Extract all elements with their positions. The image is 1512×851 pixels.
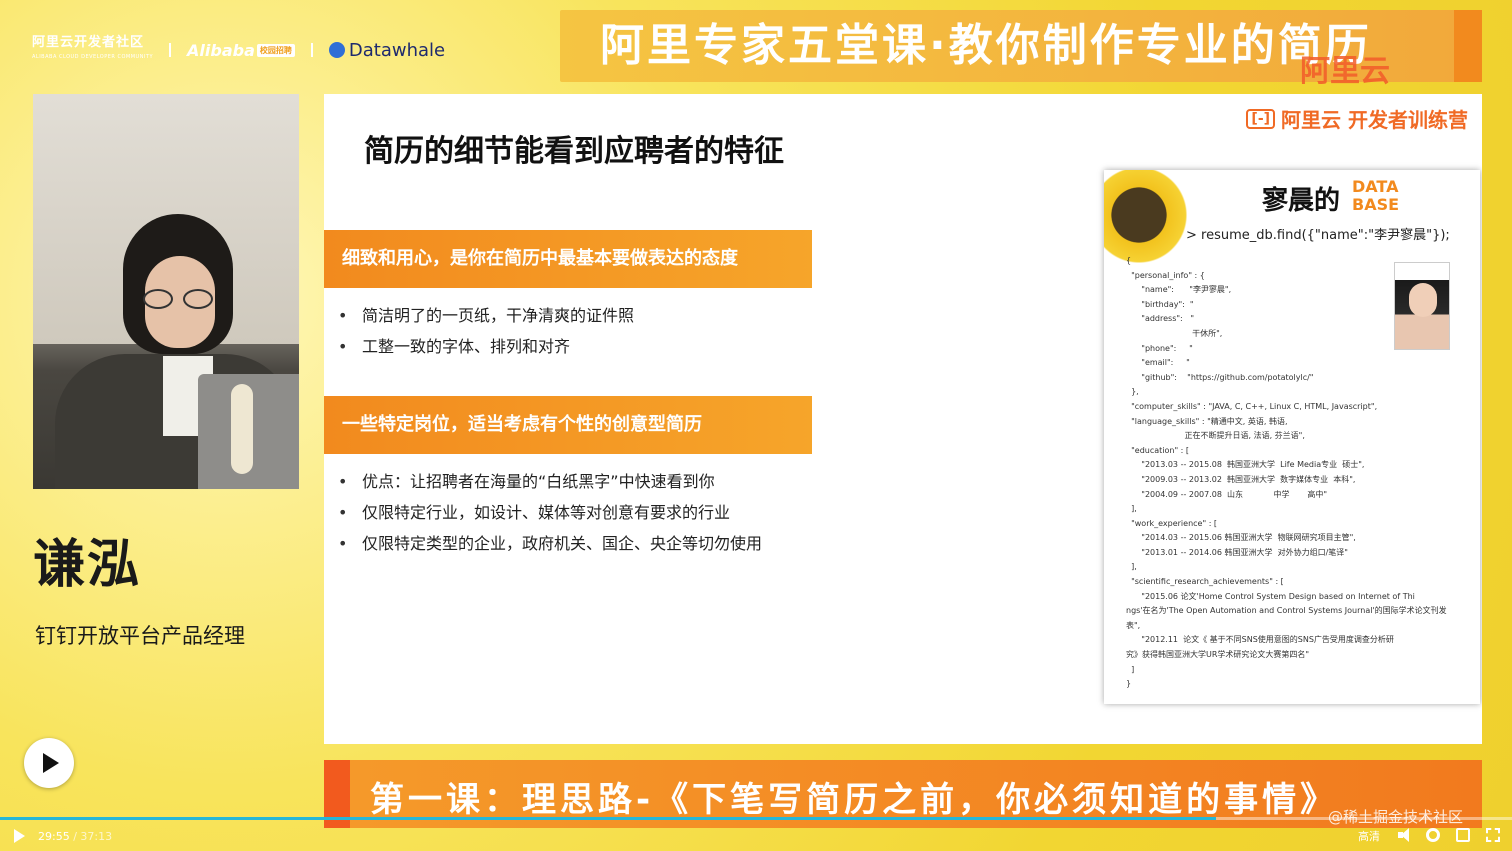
current-time: 29:55 xyxy=(38,830,70,843)
logo-divider xyxy=(169,43,172,57)
resume-line: "address": " xyxy=(1126,314,1195,324)
bullet-item: 简洁明了的一页纸，干净清爽的证件照 xyxy=(338,300,634,331)
section-1-bullets: 简洁明了的一页纸，干净清爽的证件照 工整一致的字体、排列和对齐 xyxy=(338,300,634,362)
resume-line: "github": "https://github.com/potatolylc… xyxy=(1126,372,1314,382)
resume-line: "phone": " xyxy=(1126,343,1193,353)
resume-line: "language_skills" : "精通中文, 英语, 韩语, xyxy=(1126,416,1288,426)
resume-db-line: BASE xyxy=(1352,195,1400,214)
resume-line: "2013.03 -- 2015.08 韩国亚洲大学 Life Media专业 … xyxy=(1126,460,1365,470)
speaker-role: 钉钉开放平台产品经理 xyxy=(35,624,245,648)
time-display: 29:55 / 37:13 xyxy=(38,830,113,843)
video-frame: 阿里云开发者社区 ALIBABA CLOUD DEVELOPER COMMUNI… xyxy=(0,0,1512,851)
resume-example-image: 寥晨的 DATA BASE > resume_db.find({"name":"… xyxy=(1104,170,1480,704)
aliyun-brand-icon: [-] xyxy=(1246,108,1276,129)
resume-line: "2012.11 论文《 基于不同SNS使用意图的SNS广告受用度调查分析研 xyxy=(1126,635,1394,645)
bullet-item: 工整一致的字体、排列和对齐 xyxy=(338,331,634,362)
resume-line: "scientific_research_achievements" : [ xyxy=(1126,577,1284,587)
resume-line: "education" : [ xyxy=(1126,445,1190,455)
datawhale-logo: Datawhale xyxy=(328,39,446,61)
resume-database-label: DATA BASE xyxy=(1352,178,1399,214)
resume-line: ], xyxy=(1126,562,1137,572)
resume-line: }, xyxy=(1126,387,1139,397)
volume-icon[interactable] xyxy=(1398,828,1412,842)
resume-line: "2004.09 -- 2007.08 山东 中学 高中" xyxy=(1126,489,1328,499)
alibaba-logo: Alibaba 校园招聘 xyxy=(187,41,295,60)
bullet-item: 仅限特定行业，如设计、媒体等对创意有要求的行业 xyxy=(338,497,762,528)
play-button[interactable] xyxy=(24,738,74,788)
slide-title: 简历的细节能看到应聘者的特征 xyxy=(364,134,784,169)
resume-line: "2013.01 -- 2014.06 韩国亚洲大学 对外协力组口/笔译" xyxy=(1126,547,1348,557)
resume-db-line: DATA xyxy=(1352,177,1399,196)
bullet-item: 仅限特定类型的企业，政府机关、国企、央企等切勿使用 xyxy=(338,528,762,559)
resume-line: "personal_info" : { xyxy=(1126,270,1205,280)
resume-line: ngs'在名为'The Open Automation and Control … xyxy=(1126,606,1447,616)
aliyun-watermark: 阿里云 xyxy=(1300,54,1390,89)
juejin-watermark: @稀土掘金技术社区 xyxy=(1328,808,1464,826)
player-controls: @稀土掘金技术社区 29:55 / 37:13 高清 xyxy=(0,808,1512,851)
top-header: 阿里云开发者社区 ALIBABA CLOUD DEVELOPER COMMUNI… xyxy=(0,0,1512,92)
slide-brand-text: 阿里云 开发者训练营 xyxy=(1281,108,1468,132)
alibaba-logo-text: Alibaba xyxy=(187,40,255,60)
resume-line: { xyxy=(1126,256,1132,265)
resume-line: "email": " xyxy=(1126,358,1190,368)
resume-line: "computer_skills" : "JAVA, C, C++, Linux… xyxy=(1126,401,1378,411)
resume-code-lines: { "personal_info" : { "name": "李尹寥晨", "b… xyxy=(1126,254,1466,692)
datawhale-logo-text: Datawhale xyxy=(348,39,446,61)
resume-line: 表", xyxy=(1126,620,1141,630)
section-heading-1: 细致和用心，是你在简历中最基本要做表达的态度 xyxy=(324,230,812,288)
resume-line: "2015.06 论文'Home Control System Design b… xyxy=(1126,591,1415,601)
aliyun-logo-text: 阿里云开发者社区 xyxy=(32,35,145,50)
picture-in-picture-icon[interactable] xyxy=(1456,828,1470,842)
resume-line: 究》获得韩国亚洲大学UR学术研究论文大赛第四名" xyxy=(1126,650,1310,660)
slide-brand: [-] 阿里云 开发者训练营 xyxy=(1246,104,1468,133)
gear-icon[interactable] xyxy=(1426,828,1440,842)
bullet-item: 优点：让招聘者在海量的“白纸黑字”中快速看到你 xyxy=(338,466,762,497)
resume-line: "name": "李尹寥晨", xyxy=(1126,285,1232,295)
resume-line: "2009.03 -- 2013.02 韩国亚洲大学 数字媒体专业 本科", xyxy=(1126,474,1356,484)
resume-line: "birthday": " xyxy=(1126,299,1194,309)
partner-logos: 阿里云开发者社区 ALIBABA CLOUD DEVELOPER COMMUNI… xyxy=(32,36,445,64)
banner-accent xyxy=(1454,10,1482,82)
section-heading-2: 一些特定岗位，适当考虑有个性的创意型简历 xyxy=(324,396,812,454)
aliyun-developer-logo: 阿里云开发者社区 ALIBABA CLOUD DEVELOPER COMMUNI… xyxy=(32,36,153,64)
resume-command: > resume_db.find({"name":"李尹寥晨"}); xyxy=(1186,228,1450,243)
play-icon[interactable] xyxy=(14,829,25,843)
speaker-name: 谦泓 xyxy=(33,535,142,595)
campus-recruit-tag: 校园招聘 xyxy=(256,43,295,57)
aliyun-logo-subtext: ALIBABA CLOUD DEVELOPER COMMUNITY xyxy=(32,54,154,60)
section-2-bullets: 优点：让招聘者在海量的“白纸黑字”中快速看到你 仅限特定行业，如设计、媒体等对创… xyxy=(338,466,762,559)
glasses-icon xyxy=(143,289,217,309)
total-time: 37:13 xyxy=(80,830,113,843)
laptop-stand xyxy=(231,384,253,474)
presentation-slide: [-] 阿里云 开发者训练营 简历的细节能看到应聘者的特征 细致和用心，是你在简… xyxy=(324,94,1482,744)
whale-icon xyxy=(328,42,345,58)
resume-line: "2014.03 -- 2015.06 韩国亚洲大学 物联网研究项目主管", xyxy=(1126,533,1356,543)
resume-title: 寥晨的 xyxy=(1262,186,1341,216)
resume-line: 干休所", xyxy=(1126,328,1223,338)
logo-divider xyxy=(310,43,313,57)
resume-line: 正在不断提升日语, 法语, 芬兰语", xyxy=(1126,431,1305,441)
quality-button[interactable]: 高清 xyxy=(1358,828,1380,844)
speaker-camera xyxy=(33,94,299,489)
resume-line: ], xyxy=(1126,504,1137,514)
resume-line: } xyxy=(1126,679,1132,689)
fullscreen-icon[interactable] xyxy=(1486,828,1500,842)
resume-line: "work_experience" : [ xyxy=(1126,518,1218,528)
resume-line: ] xyxy=(1126,664,1135,674)
